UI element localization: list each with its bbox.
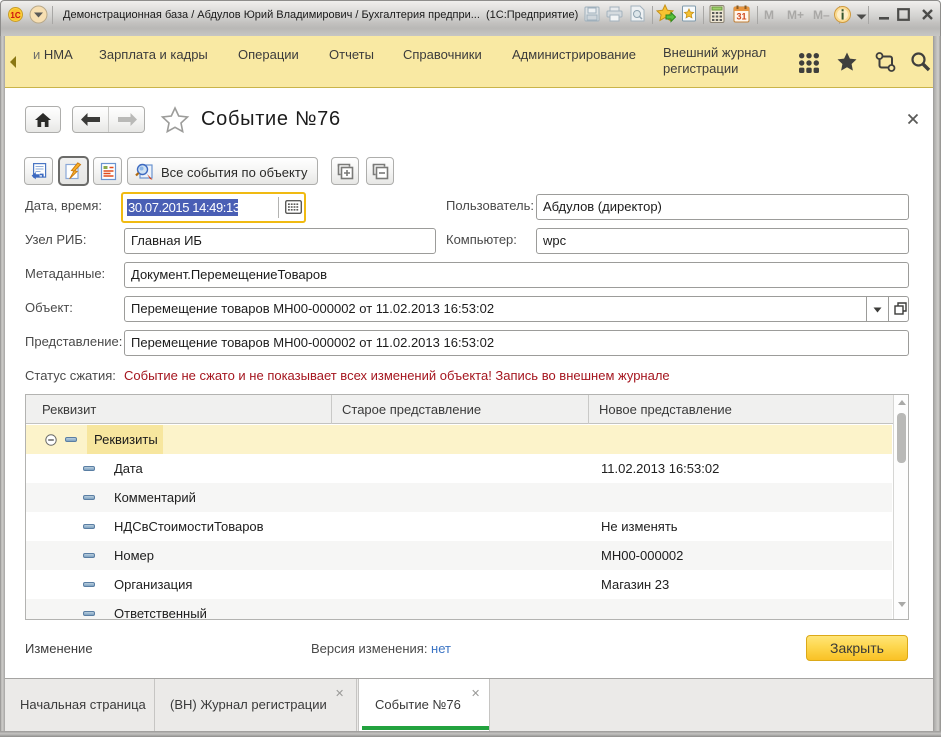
svg-text:31: 31 xyxy=(736,12,746,22)
svg-text:1C: 1C xyxy=(10,11,20,20)
